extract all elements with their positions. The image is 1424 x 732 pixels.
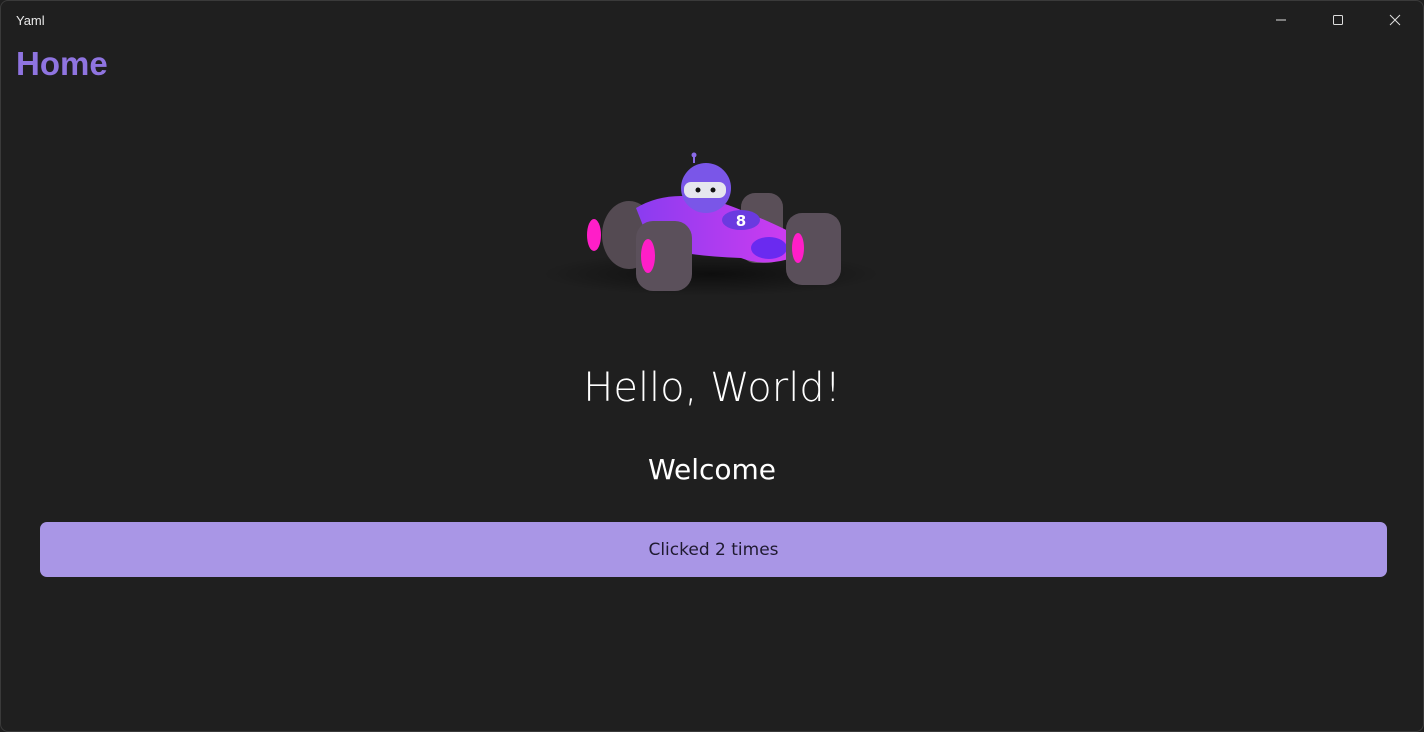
maximize-icon xyxy=(1332,15,1343,25)
close-button[interactable] xyxy=(1366,1,1423,39)
title-bar[interactable]: Yaml xyxy=(1,1,1423,41)
svg-text:8: 8 xyxy=(736,212,746,230)
minimize-icon xyxy=(1275,19,1286,21)
minimize-button[interactable] xyxy=(1252,1,1309,39)
page-title: Home xyxy=(16,45,108,82)
maximize-button[interactable] xyxy=(1309,1,1366,39)
window-title: Yaml xyxy=(16,13,45,28)
welcome-text: Welcome xyxy=(647,453,777,486)
counter-button[interactable]: Clicked 2 times xyxy=(40,522,1387,577)
race-car-bot-image: 8 xyxy=(541,152,881,296)
greeting-heading: Hello, World! xyxy=(583,365,841,411)
app-window: Yaml Home 8 Hello, World! Welcome Clicke… xyxy=(0,0,1424,732)
close-icon xyxy=(1389,14,1400,26)
